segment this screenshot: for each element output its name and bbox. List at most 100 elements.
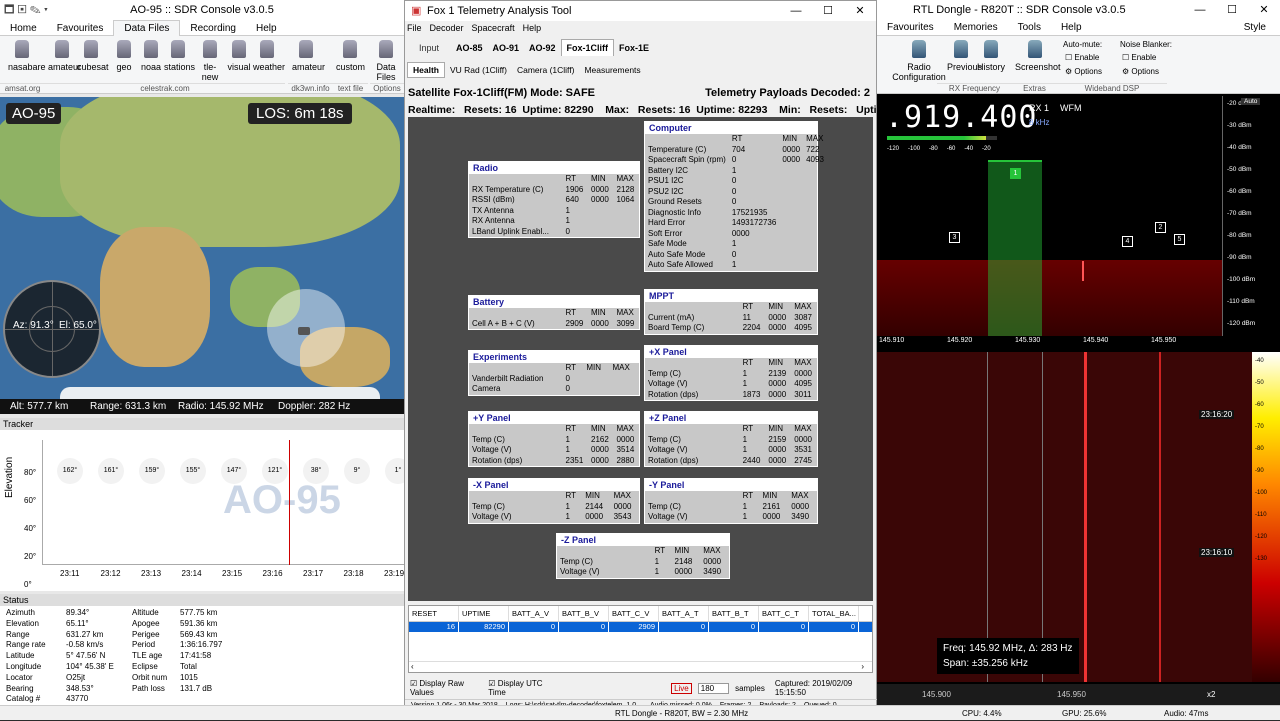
table-header-cell[interactable]: RESET [409,606,459,621]
automute-enable[interactable]: ☐ Enable [1065,53,1099,62]
sub-tab-3[interactable]: Measurements [579,63,645,77]
spectrum-display[interactable]: .919.400 RX 1 WFM 8 kHz -120 -100 -80 -60 -4… [877,96,1280,348]
sub-tab-0[interactable]: Health [407,62,445,78]
ribbon-button-8[interactable]: weather [253,40,285,72]
right-tab-help[interactable]: Help [1051,20,1092,36]
color-scale-tick: -90 [1255,468,1264,474]
sub-tab-2[interactable]: Camera (1Cliff) [512,63,579,77]
menu-file[interactable]: File [407,23,422,33]
panel-row: Vanderbilt Radiation 0 [469,374,639,385]
status-cell: 1015 [180,672,198,682]
passband-filter[interactable] [988,160,1042,336]
tab-recording[interactable]: Recording [180,21,246,37]
maximize-button[interactable]: ☐ [812,1,844,21]
vfo-frequency[interactable]: .919.400 [885,100,1038,135]
ribbon-button-3[interactable]: geo [110,40,138,72]
close-button-right[interactable]: ✕ [1248,0,1280,20]
marker-5[interactable]: 5 [1174,234,1185,245]
sat-tab-fox-1e[interactable]: Fox-1E [614,40,654,56]
ribbon-button-1[interactable]: amateur [48,40,81,72]
panel-row: LBand Uplink Enabl... 0 [469,227,639,238]
tab-home[interactable]: Home [0,21,47,37]
sat-tab-ao-85[interactable]: AO-85 [451,40,488,56]
close-button[interactable]: ✕ [844,1,876,21]
zoom-button[interactable]: x2 [1207,684,1215,705]
panel-field-name: Temp (C) [648,501,681,511]
panel-field-name: RX Antenna [472,216,515,225]
sub-tab-1[interactable]: VU Rad (1Cliff) [445,63,512,77]
noise-enable[interactable]: ☐ Enable [1122,53,1156,62]
panel-field-name: Diagnostic Info [648,207,701,217]
table-header-cell[interactable]: UPTIME [459,606,509,621]
panel-field-value [779,187,803,198]
right-tab-memories[interactable]: Memories [944,20,1008,36]
s-meter-tick: -60 [946,146,956,152]
table-header-cell[interactable]: BATT_A_T [659,606,709,621]
ribbon-button-5[interactable]: stations [164,40,195,72]
tab-data-files[interactable]: Data Files [113,20,181,37]
panel-row: Spacecraft Spin (rpm) 0 0000 4093 [645,155,827,166]
raw-values-checkbox[interactable]: ☑ Display Raw Values [410,679,482,697]
table-header-cell[interactable]: BATT_B_T [709,606,759,621]
panel-field-value: 3099 [616,318,635,328]
marker-4[interactable]: 4 [1122,236,1133,247]
sat-tab-fox-1cliff[interactable]: Fox-1Cliff [560,39,615,56]
sat-tab-input[interactable]: Input [407,40,451,56]
table-header-cell[interactable]: BATT_A_V [509,606,559,621]
panel-field-value: 3543 [613,512,632,521]
waterfall-display[interactable]: Freq: 145.92 MHz, Δ: 283 Hz Span: ±35.25… [877,352,1252,695]
sat-tab-ao-91[interactable]: AO-91 [488,40,525,56]
table-header-cell[interactable]: BATT_C_V [609,606,659,621]
table-header-cell[interactable]: BATT_B_V [559,606,609,621]
ribbon-button-9[interactable]: amateur [292,40,325,72]
panel-field-name: Soft Error [648,228,683,238]
table-header-cell[interactable]: TOTAL_BA... [809,606,859,621]
tracker-plot[interactable]: AO-95 162° 161° 159° 155° 147° 121° 38° 9° 1° [42,440,404,565]
style-menu[interactable]: Style [1234,20,1276,36]
panel-field-value: 0000 [768,323,787,332]
ribbon-button-0[interactable]: nasabare [8,40,46,72]
menu-spacecraft[interactable]: Spacecraft [472,23,515,33]
right-tab-favourites[interactable]: Favourites [877,20,944,36]
right-tab-tools[interactable]: Tools [1008,20,1051,36]
auto-button[interactable]: Auto [1241,98,1261,105]
marker-2[interactable]: 2 [1155,222,1166,233]
panel-header-blank [469,174,563,185]
utc-checkbox[interactable]: ☑ Display UTC Time [488,679,555,697]
ribbon-button-10[interactable]: custom [336,40,365,72]
ribbon-button-7[interactable]: visual [225,40,253,72]
right-ribbon-button-0[interactable]: Radio Configuration [889,40,949,82]
minimize-button[interactable]: — [780,1,812,21]
marker-1[interactable]: 1 [1010,168,1021,179]
menu-help[interactable]: Help [523,23,542,33]
minimize-button-right[interactable]: — [1184,0,1216,20]
ribbon-button-11[interactable]: Data Files [372,40,400,82]
ribbon-button-2[interactable]: cubesat [77,40,109,72]
world-map[interactable]: AO-95 LOS: 6m 18s Az: 91.3° El: 65.0° Al… [0,97,404,414]
right-ribbon-button-3[interactable]: Screenshot [1015,40,1061,72]
ribbon-button-4[interactable]: noaa [137,40,165,72]
sat-tab-ao-92[interactable]: AO-92 [524,40,561,56]
marker-3[interactable]: 3 [949,232,960,243]
ribbon-button-6[interactable]: tle-new [196,40,224,82]
table-hscroll[interactable]: ‹ › [409,661,872,672]
panel-field-name: Rotation (dps) [648,389,699,399]
live-button[interactable]: Live [671,682,692,694]
telemetry-table: RESET UPTIME BATT_A_V BATT_B_V BATT_C_V BATT_… [408,605,873,673]
samples-input[interactable]: 180 [697,682,730,694]
panel-field-name: Rotation (dps) [648,455,699,465]
panel-field-name: Temp (C) [648,434,681,444]
dbm-tick: -90 dBm [1227,254,1252,261]
maximize-button-right[interactable]: ☐ [1216,0,1248,20]
panel-row: Temp (C) 1 2162 0000 [469,435,639,446]
tab-favourites[interactable]: Favourites [47,21,114,37]
table-row[interactable]: 16 82290 0 0 2909 0 0 0 0 [409,622,872,632]
right-ribbon-button-1[interactable]: Previous [947,40,982,72]
right-ribbon-button-2[interactable]: History [977,40,1005,72]
waterfall-signal-line [1084,352,1087,682]
tab-help[interactable]: Help [246,21,287,37]
automute-options[interactable]: ⚙ Options [1065,67,1102,76]
menu-decoder[interactable]: Decoder [430,23,464,33]
table-header-cell[interactable]: BATT_C_T [759,606,809,621]
noise-options[interactable]: ⚙ Options [1122,67,1159,76]
